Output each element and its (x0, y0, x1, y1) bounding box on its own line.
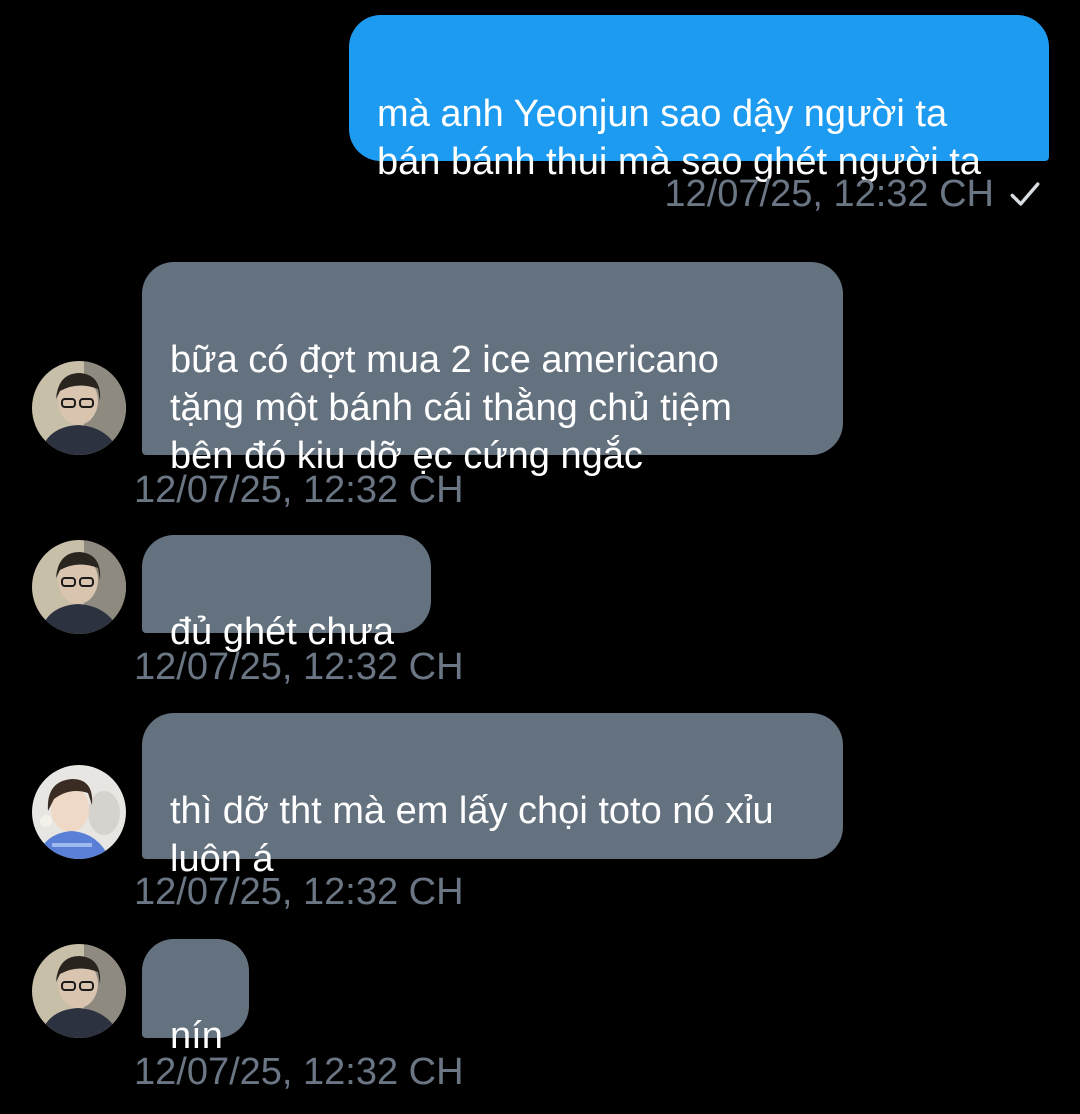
timestamp-text: 12/07/25, 12:32 CH (134, 871, 464, 913)
timestamp-text: 12/07/25, 12:32 CH (134, 646, 464, 688)
message-timestamp: 12/07/25, 12:32 CH (134, 1050, 464, 1094)
check-icon (1010, 182, 1040, 206)
avatar[interactable] (32, 944, 126, 1038)
message-timestamp: 12/07/25, 12:32 CH (134, 645, 464, 689)
avatar-a-image (32, 540, 126, 634)
message-text: mà anh Yeonjun sao dậy người ta bán bánh… (377, 93, 981, 183)
avatar-a-image (32, 944, 126, 1038)
message-bubble-incoming[interactable]: thì dỡ tht mà em lấy chọi toto nó xỉu lu… (142, 713, 843, 880)
avatar[interactable] (32, 361, 126, 455)
timestamp-text: 12/07/25, 12:32 CH (134, 469, 464, 511)
avatar[interactable] (32, 540, 126, 634)
message-timestamp: 12/07/25, 12:32 CH (664, 172, 1042, 216)
timestamp-text: 12/07/25, 12:32 CH (664, 173, 994, 215)
message-bubble-outgoing[interactable]: mà anh Yeonjun sao dậy người ta bán bánh… (349, 15, 1049, 183)
message-timestamp: 12/07/25, 12:32 CH (134, 468, 464, 512)
avatar-b-image (32, 765, 126, 859)
message-text: thì dỡ tht mà em lấy chọi toto nó xỉu lu… (170, 790, 774, 880)
avatar-a-image (32, 361, 126, 455)
timestamp-text: 12/07/25, 12:32 CH (134, 1051, 464, 1093)
avatar[interactable] (32, 765, 126, 859)
message-bubble-incoming[interactable]: bữa có đợt mua 2 ice americano tặng một … (142, 262, 843, 477)
message-text: bữa có đợt mua 2 ice americano tặng một … (170, 339, 732, 477)
message-timestamp: 12/07/25, 12:32 CH (134, 870, 464, 914)
message-bubble-incoming[interactable]: đủ ghét chưa (142, 535, 431, 653)
message-bubble-incoming[interactable]: nín (142, 939, 249, 1057)
